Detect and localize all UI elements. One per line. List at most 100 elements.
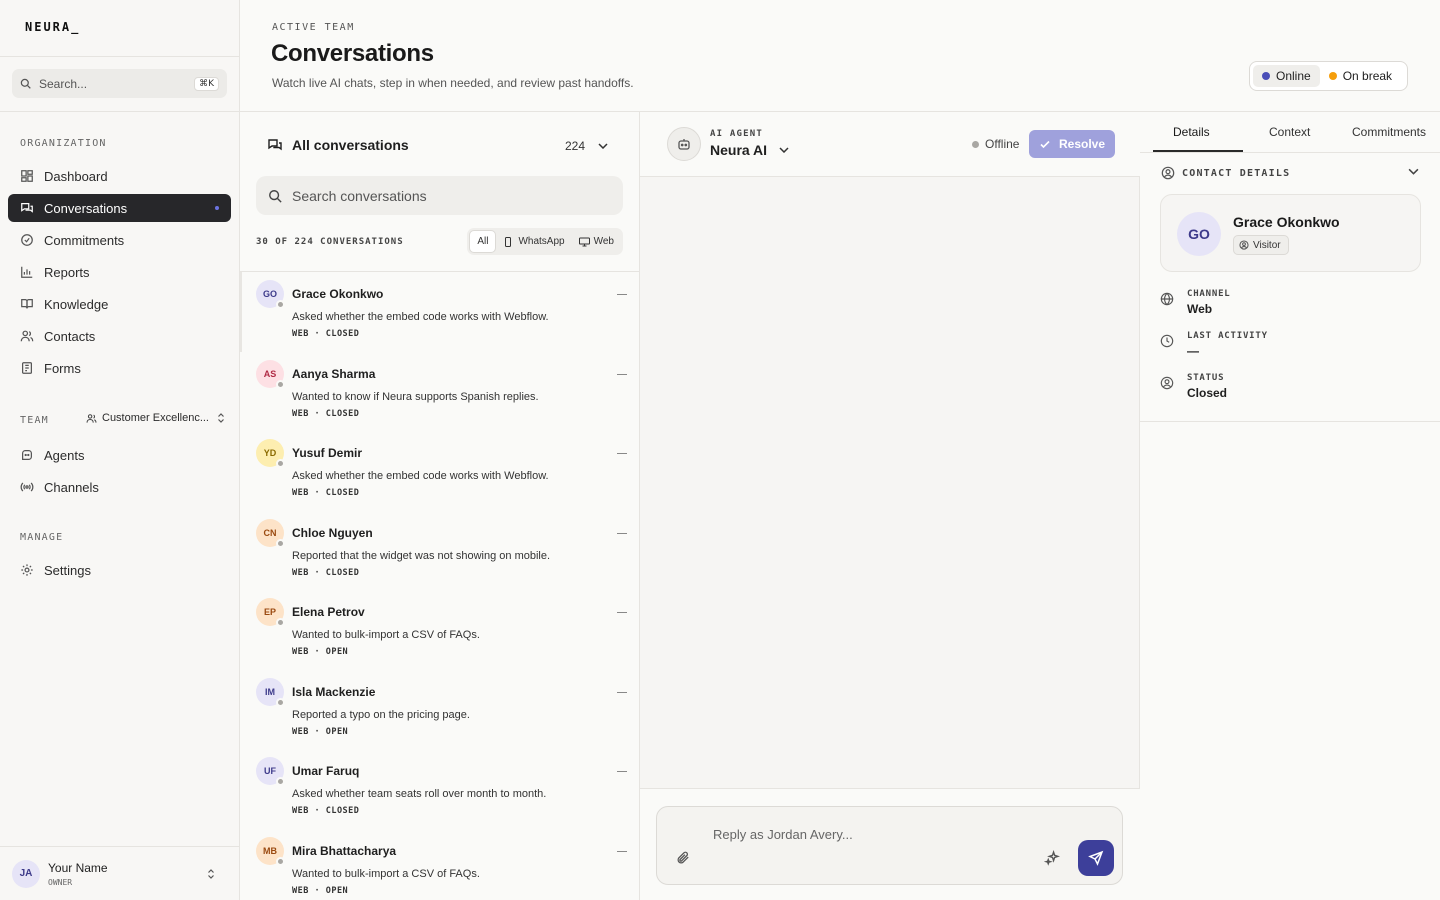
conversation-preview: Reported a typo on the pricing page. xyxy=(292,708,470,721)
conversation-preview: Asked whether the embed code works with … xyxy=(292,311,549,323)
user-menu[interactable]: JA Your Name OWNER xyxy=(0,846,239,900)
agent-status: Offline xyxy=(972,137,1019,151)
list-item[interactable]: YD Yusuf Demir Asked whether the embed c… xyxy=(240,431,639,511)
reply-input[interactable]: Reply as Jordan Avery... xyxy=(713,827,853,842)
reply-composer[interactable]: Reply as Jordan Avery... xyxy=(656,806,1123,885)
check-circle-icon xyxy=(20,233,34,247)
sidebar-item-dashboard[interactable]: Dashboard xyxy=(8,162,231,190)
resolve-label: Resolve xyxy=(1058,137,1106,151)
conversation-meta: WEB · CLOSED xyxy=(292,806,360,816)
conversation-preview: Wanted to bulk-import a CSV of FAQs. xyxy=(292,629,480,641)
conversation-name: Elena Petrov xyxy=(292,605,365,619)
contact-card: GO Grace Okonkwo Visitor xyxy=(1160,194,1421,272)
chevron-down-icon[interactable] xyxy=(1408,168,1419,175)
list-item[interactable]: MB Mira Bhattacharya Wanted to bulk-impo… xyxy=(240,829,639,900)
resolve-button[interactable]: Resolve xyxy=(1029,130,1115,158)
filter-web[interactable]: Web xyxy=(572,230,621,253)
status-option-label: Online xyxy=(1276,69,1311,83)
conversation-search-input[interactable]: Search conversations xyxy=(256,176,623,215)
user-circle-icon xyxy=(1160,376,1174,390)
conversation-meta: WEB · CLOSED xyxy=(292,488,360,498)
conversation-preview: Wanted to bulk-import a CSV of FAQs. xyxy=(292,867,480,880)
contact-details-header[interactable]: CONTACT DETAILS xyxy=(1161,166,1290,180)
list-item[interactable]: CN Chloe Nguyen Reported that the widget… xyxy=(240,511,639,591)
list-item[interactable]: GO Grace Okonkwo Asked whether the embed… xyxy=(240,272,639,352)
sidebar-item-forms[interactable]: Forms xyxy=(8,354,231,382)
agent-label: AI AGENT xyxy=(710,129,763,139)
sidebar-item-knowledge[interactable]: Knowledge xyxy=(8,290,231,318)
list-item[interactable]: UF Umar Faruq Asked whether team seats r… xyxy=(240,749,639,829)
conversation-name: Yusuf Demir xyxy=(292,446,363,460)
broadcast-icon xyxy=(20,480,34,494)
dash-icon xyxy=(617,373,627,375)
phone-icon xyxy=(503,236,513,247)
filter-label: WhatsApp xyxy=(518,236,565,247)
status-option-label: On break xyxy=(1342,69,1393,83)
list-item[interactable]: EP Elena Petrov Wanted to bulk-import a … xyxy=(240,590,639,670)
sidebar-item-channels[interactable]: Channels xyxy=(8,473,231,501)
team-selector[interactable]: Customer Excellenc... xyxy=(86,412,225,424)
tab-details[interactable]: Details xyxy=(1173,125,1210,139)
bar-chart-icon xyxy=(20,265,34,279)
send-button[interactable] xyxy=(1078,840,1114,876)
detail-label: CHANNEL xyxy=(1187,289,1231,299)
conversation-name: Isla Mackenzie xyxy=(292,684,376,699)
list-item[interactable]: AS Aanya Sharma Wanted to know if Neura … xyxy=(240,352,639,432)
monitor-icon xyxy=(578,237,590,247)
brand-logo[interactable]: NEURA_ xyxy=(25,20,80,34)
dash-icon xyxy=(617,771,627,772)
sidebar-search[interactable]: Search... ⌘K xyxy=(12,69,227,98)
tab-commitments[interactable]: Commitments xyxy=(1352,125,1426,139)
sparkle-icon[interactable] xyxy=(1044,850,1061,867)
sidebar-item-label: Commitments xyxy=(44,232,125,248)
bot-icon xyxy=(20,448,34,462)
agent-status-toggle: Online On break xyxy=(1249,61,1408,91)
org-section-label: ORGANIZATION xyxy=(20,138,107,149)
conversation-preview: Asked whether team seats roll over month… xyxy=(292,788,547,800)
sidebar-item-agents[interactable]: Agents xyxy=(8,441,231,469)
detail-label: STATUS xyxy=(1187,373,1225,383)
details-panel: Details Context Commitments CONTACT DETA… xyxy=(1140,112,1440,900)
conversation-meta: WEB · OPEN xyxy=(292,647,349,657)
check-icon xyxy=(1039,138,1051,150)
chat-panel: AI AGENT Neura AI Offline Resolve Reply … xyxy=(640,112,1140,900)
badge-label: Visitor xyxy=(1253,239,1281,251)
presence-dot xyxy=(276,856,285,866)
agent-status-label: Offline xyxy=(985,137,1020,151)
list-item[interactable]: IM Isla Mackenzie Reported a typo on the… xyxy=(240,670,639,750)
composer-area: Reply as Jordan Avery... xyxy=(640,788,1140,900)
manage-section-label: MANAGE xyxy=(20,532,64,543)
sidebar-item-reports[interactable]: Reports xyxy=(8,258,231,286)
detail-value: Web xyxy=(1187,302,1213,316)
list-count: 224 xyxy=(564,139,585,153)
details-tabs: Details Context Commitments xyxy=(1140,112,1440,153)
conversation-name: Mira Bhattacharya xyxy=(292,843,397,858)
sidebar-item-label: Knowledge xyxy=(44,296,109,312)
sidebar-item-contacts[interactable]: Contacts xyxy=(8,322,231,350)
conversation-preview: Asked whether the embed code works with … xyxy=(292,470,549,482)
status-online-option[interactable]: Online xyxy=(1253,65,1320,87)
paperclip-icon[interactable] xyxy=(676,850,691,865)
agent-selector[interactable]: Neura AI xyxy=(710,142,789,158)
list-count-dropdown[interactable]: 224 xyxy=(565,139,608,153)
filter-all[interactable]: All xyxy=(469,230,497,253)
dash-icon xyxy=(617,850,627,852)
list-title[interactable]: All conversations xyxy=(267,137,409,153)
avatar: JA xyxy=(12,859,40,888)
search-icon xyxy=(20,78,31,89)
sidebar-item-label: Contacts xyxy=(44,328,96,344)
tab-context[interactable]: Context xyxy=(1269,125,1310,139)
dash-icon xyxy=(617,294,627,295)
sidebar-item-conversations[interactable]: Conversations xyxy=(8,194,231,222)
dash-icon xyxy=(617,453,627,454)
conversation-preview: Wanted to know if Neura supports Spanish… xyxy=(292,390,539,403)
page-header: ACTIVE TEAM Conversations Watch live AI … xyxy=(240,0,1440,112)
active-tab-indicator xyxy=(1153,150,1243,152)
chat-icon xyxy=(267,137,283,153)
filter-whatsapp[interactable]: WhatsApp xyxy=(496,230,571,253)
sidebar-item-settings[interactable]: Settings xyxy=(8,556,231,584)
channel-filters: All WhatsApp Web xyxy=(467,228,623,255)
status-break-option[interactable]: On break xyxy=(1320,65,1401,87)
sidebar-item-commitments[interactable]: Commitments xyxy=(8,226,231,254)
avatar: GO xyxy=(1177,212,1221,256)
